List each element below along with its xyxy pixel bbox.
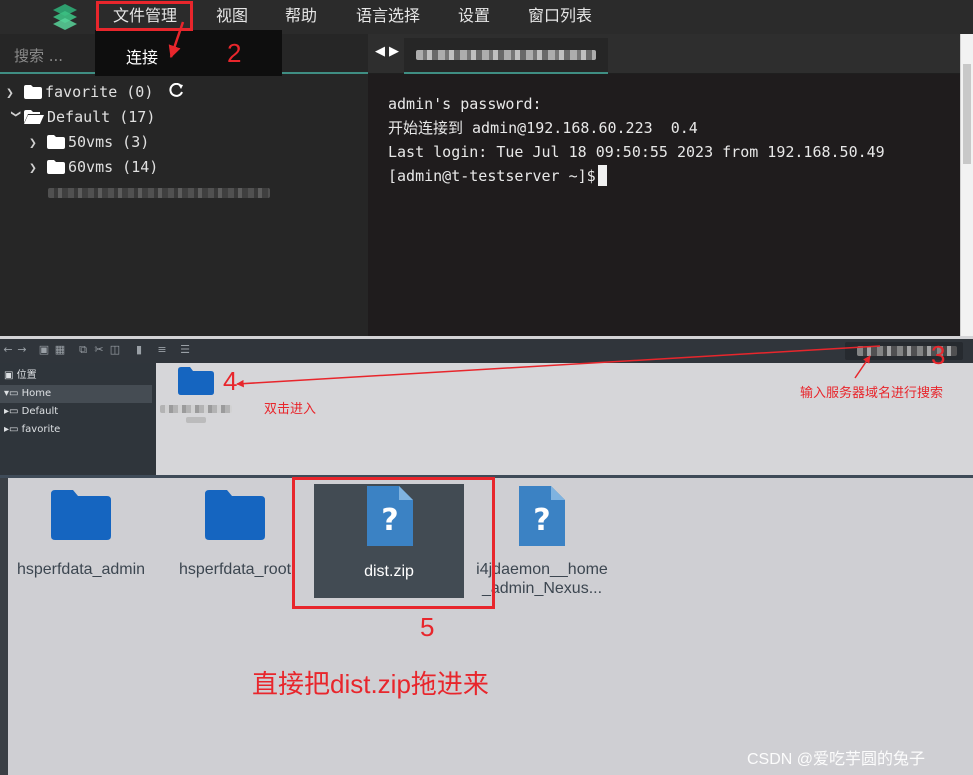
tree-item-label: Default (17) [47,108,156,126]
tree-item-60vms[interactable]: ❯ 60vms (14) [29,156,158,178]
terminal-prompt-text: [admin@t-testserver ~]$ [388,167,596,185]
chevron-right-icon: ❯ [29,136,37,151]
terminal-cursor [597,165,607,186]
back-icon[interactable]: ← [2,344,14,356]
menu-help[interactable]: 帮助 [285,0,317,32]
tab-next-icon[interactable]: ▶ [389,44,399,59]
file-label: hsperfdata_root [178,561,292,578]
terminal-output[interactable]: admin's password: 开始连接到 admin@192.168.60… [368,74,960,336]
file-toolbar: ← → ▣ ▦ ⧉ ✂ ◫ ▮ ≡ ☰ [0,339,973,363]
tab-prev-icon[interactable]: ◀ [375,44,385,59]
delete-icon[interactable]: ▮ [133,344,145,356]
open-folder-icon [24,110,44,124]
scrollbar-thumb[interactable] [963,64,971,164]
annotation-double-click-hint: 双击进入 [264,401,317,416]
tree-item-50vms[interactable]: ❯ 50vms (3) [29,131,149,153]
blurred-tab-title [416,50,596,60]
terminal-line: 开始连接到 admin@192.168.60.223 0.4 [388,119,698,137]
annotation-box-dist-zip [292,477,495,609]
annotation-step-3: 3 [931,340,946,370]
terminal-line: Last login: Tue Jul 18 09:50:55 2023 fro… [388,143,885,161]
side-item-favorite[interactable]: ▸▭ favorite [4,421,60,439]
annotation-step-5: 5 [420,612,435,642]
session-sidebar: ❯ favorite (0) ❯ Default (17) ❯ 50vms (3) ❯… [0,34,368,336]
terminal-prompt: [admin@t-testserver ~]$ [388,164,960,188]
side-label: Home [21,388,52,399]
tab-session[interactable] [404,38,608,74]
annotation-step-2: 2 [227,38,242,68]
svg-text:?: ? [533,503,550,538]
new-folder-icon[interactable]: ▣ [38,344,50,356]
menu-item-connect[interactable]: 连接 [126,44,158,68]
menu-window-list[interactable]: 窗口列表 [528,0,592,32]
annotation-box-menu [96,1,193,31]
annotation-drag-hint: 直接把dist.zip拖进来 [252,669,489,699]
server-list-area [156,363,973,475]
unknown-file-icon: ? [519,486,565,546]
refresh-icon[interactable] [168,82,184,99]
folder-icon [51,490,111,540]
window-scrollbar[interactable] [960,34,973,336]
tree-item-default[interactable]: ❯ Default (17) [6,106,155,128]
tree-item-label: 60vms (14) [68,158,159,176]
file-manager-top: ← → ▣ ▦ ⧉ ✂ ◫ ▮ ≡ ☰ ▣ 位置 ▾▭ Home ▸▭ Defa… [0,339,973,475]
tree-item-favorite[interactable]: ❯ favorite (0) [6,81,187,103]
blurred-session-item [48,188,270,198]
folder-icon [47,160,65,174]
side-label: Default [21,406,59,417]
paste-icon[interactable]: ◫ [109,344,121,356]
folder-icon [47,135,65,149]
list-view-icon[interactable]: ☰ [179,344,191,356]
tree-item-label: 50vms (3) [68,133,150,151]
folder-icon [24,85,42,99]
side-label: favorite [21,424,61,435]
forward-icon[interactable]: → [16,344,28,356]
location-sidebar: ▣ 位置 ▾▭ Home ▸▭ Default ▸▭ favorite [0,363,156,475]
new-file-icon[interactable]: ▦ [54,344,66,356]
blurred-folder-label [186,417,206,423]
side-label: 位置 [16,370,37,381]
menu-language[interactable]: 语言选择 [356,0,420,32]
app-logo-icon [53,4,77,30]
chevron-right-icon: ❯ [6,86,14,101]
csdn-watermark: CSDN @爱吃芋圆的兔子 [747,751,926,768]
folder-icon[interactable] [178,367,214,395]
side-item-default[interactable]: ▸▭ Default [4,403,58,421]
tab-bar: ◀ ▶ [368,34,960,74]
file-management-dropdown: 连接 [95,30,282,76]
tree-item-label: favorite (0) [45,83,154,101]
file-item-hsperfdata-root[interactable]: hsperfdata_root [160,484,310,596]
side-header-location: ▣ 位置 [4,370,37,381]
menu-view[interactable]: 视图 [216,0,248,32]
file-label: hsperfdata_admin [16,561,146,578]
annotation-step-4: 4 [223,366,238,396]
menu-settings[interactable]: 设置 [458,0,490,32]
annotation-search-hint: 输入服务器域名进行搜索 [800,385,944,400]
folder-icon [205,490,265,540]
chevron-down-icon: ❯ [8,110,23,118]
file-item-hsperfdata-admin[interactable]: hsperfdata_admin [6,484,156,596]
copy-icon[interactable]: ⧉ [77,344,89,356]
chevron-right-icon: ❯ [29,161,37,176]
cut-icon[interactable]: ✂ [93,344,105,356]
side-item-home[interactable]: ▾▭ Home [0,385,152,403]
terminal-line: admin's password: [388,95,542,113]
properties-icon[interactable]: ≡ [156,344,168,356]
blurred-folder-label [160,405,232,413]
ssh-client-window: 文件管理 视图 帮助 语言选择 设置 窗口列表 ❯favorite (0) ❯D… [0,0,973,336]
